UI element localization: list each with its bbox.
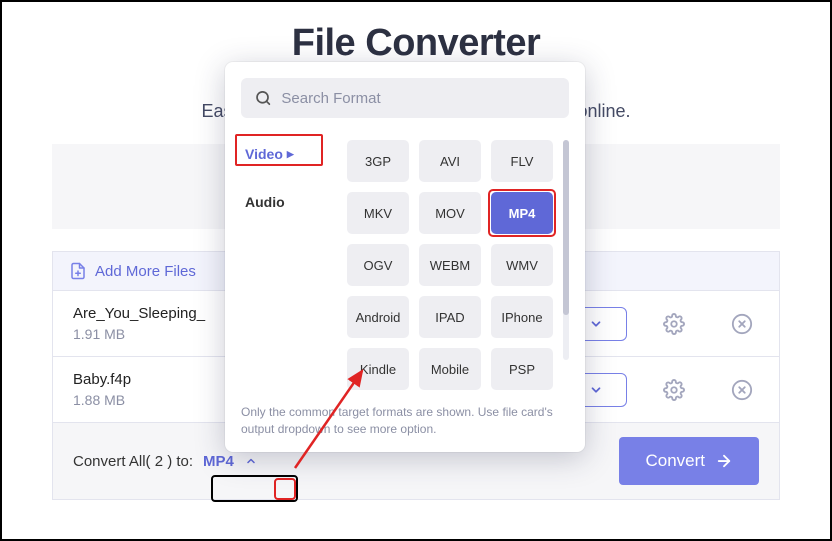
popover-note: Only the common target formats are shown… [241,404,569,438]
arrow-right-icon [715,452,733,470]
format-option[interactable]: Android [347,296,409,338]
remove-file-button[interactable] [731,313,753,335]
format-option[interactable]: IPAD [419,296,481,338]
chevron-down-icon [589,383,603,397]
chevron-down-icon [589,317,603,331]
search-icon [255,89,271,107]
format-categories: Video ▶ Audio [241,140,329,390]
add-more-label: Add More Files [95,263,196,280]
close-circle-icon [731,313,753,335]
settings-button[interactable] [663,379,685,401]
remove-file-button[interactable] [731,379,753,401]
format-option[interactable]: WEBM [419,244,481,286]
convert-button[interactable]: Convert [619,437,759,485]
convert-all-value: MP4 [203,453,234,470]
scrollbar[interactable] [563,140,569,360]
format-search[interactable] [241,78,569,118]
gear-icon [663,379,685,401]
gear-icon [663,313,685,335]
app-title: File Converter [2,22,830,65]
format-option[interactable]: Kindle [347,348,409,390]
format-popover: Video ▶ Audio 3GPAVIFLV MKVMOVMP4 OGVWEBMW… [225,62,585,452]
format-option[interactable]: AVI [419,140,481,182]
convert-all-select[interactable]: MP4 [203,452,260,470]
format-option[interactable]: 3GP [347,140,409,182]
format-option[interactable]: PSP [491,348,553,390]
format-option[interactable]: MKV [347,192,409,234]
format-option[interactable]: MOV [419,192,481,234]
format-option[interactable]: IPhone [491,296,553,338]
chevron-right-icon: ▶ [287,149,294,160]
file-plus-icon [69,262,87,280]
convert-label: Convert [645,451,705,471]
format-option[interactable]: FLV [491,140,553,182]
settings-button[interactable] [663,313,685,335]
format-search-input[interactable] [281,90,555,107]
close-circle-icon [731,379,753,401]
scrollbar-thumb[interactable] [563,140,569,315]
category-audio[interactable]: Audio [241,188,329,216]
format-option[interactable]: MP4 [491,192,553,234]
format-grid: 3GPAVIFLV MKVMOVMP4 OGVWEBMWMV AndroidIPADI… [347,140,553,390]
chevron-up-icon [242,452,260,470]
format-option[interactable]: WMV [491,244,553,286]
category-video[interactable]: Video ▶ [241,140,329,168]
format-option[interactable]: OGV [347,244,409,286]
convert-all-label: Convert All( 2 ) to: [73,453,193,470]
format-option[interactable]: Mobile [419,348,481,390]
